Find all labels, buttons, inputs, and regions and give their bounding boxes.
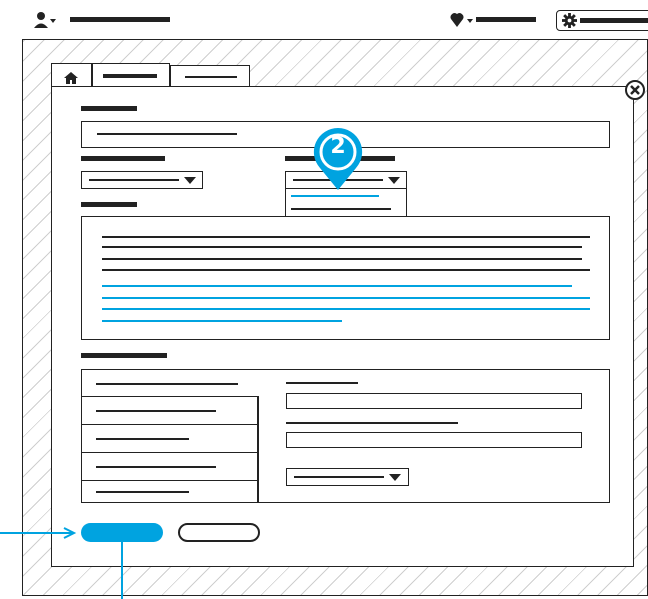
detail-label-line	[286, 422, 458, 424]
tab-label-line	[185, 76, 237, 78]
field-label-bar	[81, 106, 137, 111]
highlighted-text-line	[102, 297, 590, 299]
detail-label-line	[286, 382, 358, 384]
select-dropdown[interactable]	[81, 171, 203, 189]
home-icon	[64, 72, 78, 84]
text-line	[102, 258, 582, 260]
user-icon[interactable]	[34, 11, 58, 29]
detail-input[interactable]	[286, 393, 582, 409]
list-item[interactable]	[81, 480, 258, 503]
secondary-button[interactable]	[178, 523, 260, 542]
textarea[interactable]	[81, 216, 610, 340]
dropdown-option[interactable]	[291, 208, 391, 210]
chevron-down-icon	[389, 474, 401, 481]
list-item[interactable]	[81, 424, 258, 452]
highlighted-text-line	[102, 320, 342, 322]
heart-icon[interactable]	[450, 11, 476, 29]
list-item[interactable]	[81, 452, 258, 480]
close-icon[interactable]	[624, 79, 646, 101]
input-value-line	[97, 133, 237, 135]
section-label-bar	[81, 353, 167, 358]
highlighted-text-line	[102, 308, 590, 310]
settings-label-bar	[580, 18, 648, 23]
primary-button[interactable]	[81, 523, 163, 542]
highlighted-text-line	[102, 285, 572, 287]
tab-label-bar	[103, 74, 157, 78]
list-header-line	[96, 383, 238, 385]
text-line	[102, 269, 590, 271]
favorites-bar	[476, 17, 536, 22]
gear-icon	[562, 13, 577, 28]
detail-input[interactable]	[286, 432, 582, 448]
text-line	[102, 236, 590, 238]
chevron-down-icon	[467, 19, 473, 23]
textarea-label-bar	[81, 202, 137, 207]
step-number: 2	[330, 134, 346, 159]
select-label-bar	[81, 156, 165, 161]
list-item[interactable]	[81, 396, 258, 424]
chevron-down-icon	[388, 177, 400, 184]
text-line	[102, 246, 582, 248]
user-name-bar	[70, 17, 170, 22]
dropdown-option[interactable]	[291, 195, 379, 197]
chevron-down-icon	[184, 177, 196, 184]
chevron-down-icon	[50, 19, 56, 23]
select-value-line	[89, 179, 179, 181]
detail-select[interactable]	[286, 468, 409, 486]
